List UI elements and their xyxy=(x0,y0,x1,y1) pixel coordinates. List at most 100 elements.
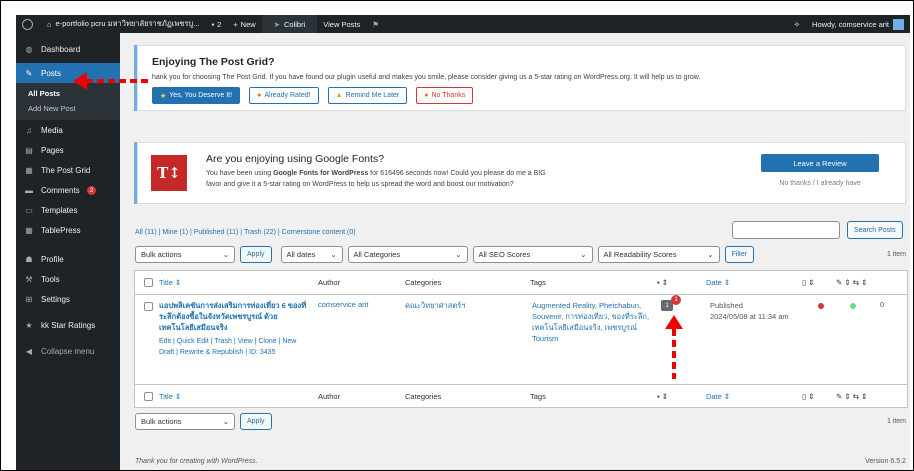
bulk-actions-select-bottom[interactable]: Bulk actions ⌄ xyxy=(135,413,235,430)
seo-score-column-icon[interactable]: ▯ ⇕ xyxy=(802,278,836,287)
colibri-menu[interactable]: ➤ Colibri xyxy=(261,15,318,33)
date-column-footer[interactable]: Date ⇕ xyxy=(706,392,802,401)
text-part: You have been using xyxy=(206,170,274,177)
readability-links-footer-icons[interactable]: ✎ ⇕ ⇆ ⇕ xyxy=(836,392,896,401)
filter-button[interactable]: Filter xyxy=(724,246,755,263)
seo-scores-select[interactable]: All SEO Scores ⌄ xyxy=(472,246,593,263)
wordpress-logo-menu[interactable] xyxy=(16,15,41,33)
posts-table: Title ⇕ Author Categories Tags ▪ ⇕ Date … xyxy=(134,270,908,408)
submenu-all-posts[interactable]: All Posts xyxy=(16,86,120,101)
media-icon: ♫ xyxy=(26,125,32,135)
categories-select[interactable]: All Categories ⌄ xyxy=(347,246,468,263)
date-column-header[interactable]: Date ⇕ xyxy=(706,278,802,287)
table-icon: ▦ xyxy=(25,225,33,235)
site-name: e-portfolio pcru มหาวิทยาลัยราชภัฏเพชรบู… xyxy=(55,19,200,28)
arrow-shaft xyxy=(672,329,676,379)
already-reviewed-link[interactable]: No thanks / I already have xyxy=(761,180,879,187)
post-tags-links[interactable]: Augmented Reality, Phetchabun, Souvenir,… xyxy=(532,300,650,344)
admin-sidebar: ◍ Dashboard ✎ Posts All Posts Add New Post… xyxy=(16,33,120,470)
leave-review-button[interactable]: Leave a Review xyxy=(761,154,879,172)
menu-label: Posts xyxy=(41,68,62,78)
apply-button-bottom[interactable]: Apply xyxy=(240,413,272,430)
yoast-icon: ⚑ xyxy=(372,19,379,29)
menu-tools[interactable]: ⚒ Tools xyxy=(16,269,120,289)
menu-label: Settings xyxy=(41,294,70,304)
collapse-icon: ◀ xyxy=(25,346,33,356)
post-category-link[interactable]: คณะวิทยาศาสตร์ฯ xyxy=(405,300,465,312)
avatar xyxy=(893,18,904,30)
menu-profile[interactable]: ☗ Profile xyxy=(16,249,120,269)
dashboard-icon: ◍ xyxy=(25,44,33,54)
no-thanks-button[interactable]: ● No Thanks xyxy=(416,87,474,104)
readability-select[interactable]: All Readability Scores ⌄ xyxy=(597,246,720,263)
yoast-menu[interactable]: ⚑ xyxy=(366,15,385,33)
menu-media[interactable]: ♫ Media xyxy=(16,120,120,140)
author-column-header: Author xyxy=(318,278,341,287)
menu-label: TablePress xyxy=(41,225,81,235)
title-column-header[interactable]: Title ⇕ xyxy=(159,278,318,287)
menu-label: Profile xyxy=(41,254,64,264)
new-label: New xyxy=(240,19,256,29)
select-value: All SEO Scores xyxy=(478,250,531,259)
submenu-add-new-post[interactable]: Add New Post xyxy=(16,101,120,116)
select-all-checkbox[interactable] xyxy=(144,278,153,287)
search-posts-button[interactable]: Search Posts xyxy=(847,221,903,239)
post-author-link[interactable]: comservice arit xyxy=(318,300,368,309)
item-count-bottom: 1 item xyxy=(886,418,906,425)
menu-comments[interactable]: ▬ Comments 2 xyxy=(16,180,120,200)
internal-links-count: 0 xyxy=(880,300,885,309)
post-status: Published xyxy=(710,301,743,310)
notice-text: hank you for choosing The Post Grid. If … xyxy=(152,74,701,81)
site-name-menu[interactable]: ⌂ e-portfolio pcru มหาวิทยาลัยราชภัฏเพชรบ… xyxy=(41,15,205,33)
post-title-link[interactable]: แอปพลิเคชันการส่งเสริมการท่องเที่ยว 6 ขอ… xyxy=(159,300,309,333)
new-content-menu[interactable]: + New xyxy=(227,15,261,33)
comments-column-header[interactable]: ▪ ⇕ xyxy=(657,278,706,287)
menu-pages[interactable]: ▤ Pages xyxy=(16,140,120,160)
menu-label: Dashboard xyxy=(41,44,81,54)
plugin-name: Google Fonts for WordPress xyxy=(273,170,369,177)
already-rated-button[interactable]: ● Already Rated! xyxy=(249,87,319,104)
bottom-bulk-bar: Bulk actions ⌄ Apply xyxy=(135,413,272,430)
select-value: Bulk actions xyxy=(141,417,182,426)
star-icon: ★ xyxy=(25,320,33,330)
select-value: Bulk actions xyxy=(141,250,182,259)
footer-version: Version 6.5.2 xyxy=(865,458,906,465)
screenshot-frame: ⌂ e-portfolio pcru มหาวิทยาลัยราชภัฏเพชรบ… xyxy=(0,0,914,471)
comments-menu[interactable]: ▪ 2 xyxy=(205,15,227,33)
warning-icon: ▲ xyxy=(335,92,343,99)
row-checkbox[interactable] xyxy=(144,302,153,311)
comments-column-footer[interactable]: ▪ ⇕ xyxy=(657,392,706,401)
post-status-views[interactable]: All (11) | Mine (1) | Published (11) | T… xyxy=(135,229,356,236)
menu-kk-star-ratings[interactable]: ★ kk Star Ratings xyxy=(16,315,120,335)
comment-icon: ▪ xyxy=(211,19,215,29)
seo-score-footer-icon[interactable]: ▯ ⇕ xyxy=(802,392,836,401)
apply-button[interactable]: Apply xyxy=(240,246,272,263)
row-actions[interactable]: Edit | Quick Edit | Trash | View | Clone… xyxy=(159,336,309,358)
yes-deserve-button[interactable]: ★ Yes, You Deserve It! xyxy=(152,87,241,104)
view-posts-link[interactable]: View Posts xyxy=(317,15,366,33)
notice-title: Are you enjoying using Google Fonts? xyxy=(206,153,385,165)
bulk-actions-select[interactable]: Bulk actions ⌄ xyxy=(135,246,235,263)
chevron-down-icon: ⌄ xyxy=(707,250,714,259)
menu-tablepress[interactable]: ▦ TablePress xyxy=(16,220,120,240)
user-account-menu[interactable]: Howdy, comservice arit xyxy=(806,15,910,33)
remind-later-button[interactable]: ▲ Remind Me Later xyxy=(327,87,408,104)
search-input[interactable] xyxy=(732,221,840,239)
select-all-checkbox-footer[interactable] xyxy=(144,392,153,401)
menu-post-grid[interactable]: ▦ The Post Grid xyxy=(16,160,120,180)
menu-settings[interactable]: ⊞ Settings xyxy=(16,289,120,309)
menu-templates[interactable]: ▭ Templates xyxy=(16,200,120,220)
menu-label: Pages xyxy=(41,145,64,155)
arrow-head-left-icon xyxy=(73,72,87,90)
readability-links-column-icons[interactable]: ✎ ⇕ ⇆ ⇕ xyxy=(836,278,896,287)
arrow-head-up-icon xyxy=(665,315,683,329)
dates-select[interactable]: All dates ⌄ xyxy=(280,246,343,263)
menu-collapse[interactable]: ◀ Collapse menu xyxy=(16,341,120,361)
menu-dashboard[interactable]: ◍ Dashboard xyxy=(16,39,120,59)
menu-label: Tools xyxy=(41,274,60,284)
colibri-bird-icon: ➤ xyxy=(273,19,280,29)
chevron-down-icon: ⌄ xyxy=(330,250,337,259)
google-fonts-notice: T↕ Are you enjoying using Google Fonts? … xyxy=(134,142,906,204)
title-column-footer[interactable]: Title ⇕ xyxy=(159,392,318,401)
ai-sparkle-menu[interactable]: ✧ xyxy=(788,15,806,33)
